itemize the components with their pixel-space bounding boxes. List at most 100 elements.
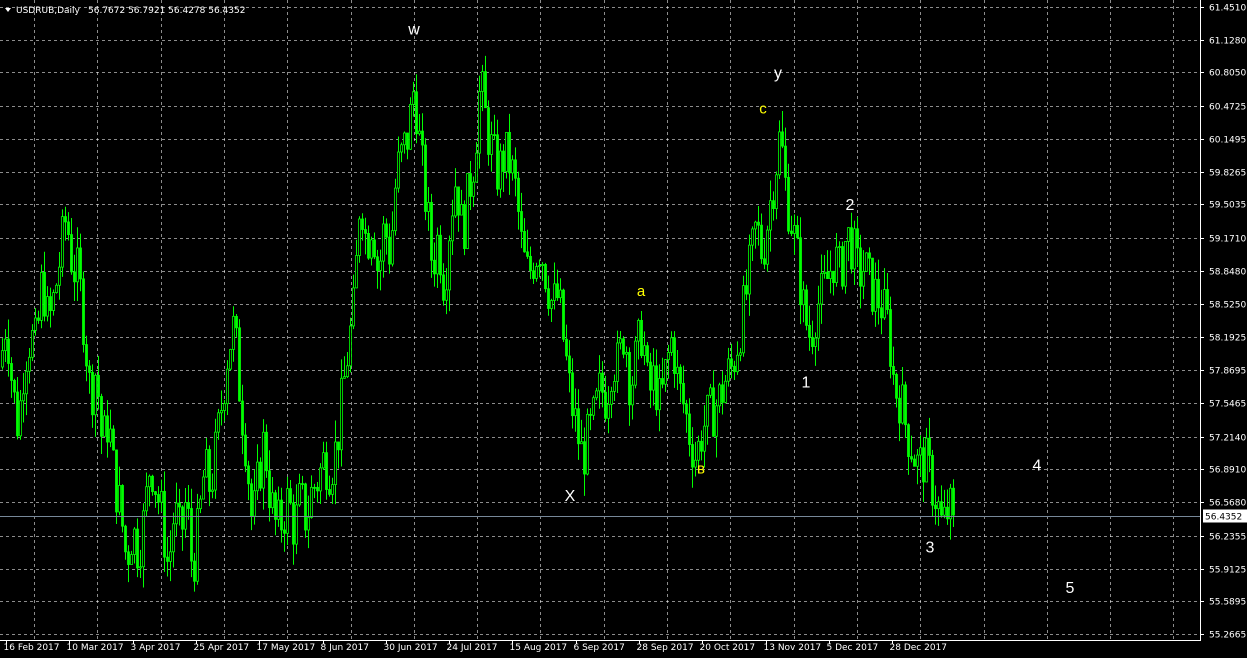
- candle-body: [7, 338, 10, 364]
- ohlc-values: 56.7672 56.7921 56.4278 56.4352: [88, 6, 245, 16]
- candle-body: [304, 483, 307, 531]
- wave-label: a: [637, 283, 646, 300]
- candle-body: [166, 556, 169, 562]
- price-tick-label: 58.1925: [1209, 334, 1246, 344]
- candle-body: [31, 329, 34, 358]
- candle-body: [85, 344, 88, 367]
- candle-body: [208, 449, 211, 492]
- candle-body: [418, 130, 421, 135]
- candle-body: [886, 289, 889, 310]
- candle-body: [268, 470, 271, 509]
- candle-body: [619, 338, 622, 344]
- candle-body: [910, 456, 913, 460]
- candle-body: [280, 499, 283, 531]
- candle-body: [562, 289, 565, 340]
- candle-body: [382, 223, 385, 262]
- candle-body: [319, 467, 322, 492]
- candle-body: [127, 551, 130, 565]
- candle-body: [490, 134, 493, 155]
- candle-body: [496, 134, 499, 190]
- candle-body: [340, 377, 343, 451]
- candle-body: [928, 437, 931, 456]
- candle-body: [274, 492, 277, 520]
- candle-body: [457, 186, 460, 216]
- candle-body: [895, 374, 898, 399]
- candle-body: [550, 300, 553, 309]
- candle-body: [292, 502, 295, 545]
- candle-body: [439, 234, 442, 276]
- time-tick-label: 8 Jun 2017: [321, 643, 369, 653]
- candle-body: [361, 218, 364, 230]
- candle-body: [625, 352, 628, 355]
- candle-body: [430, 202, 433, 261]
- candle-body: [715, 405, 718, 437]
- candle-body: [883, 289, 886, 319]
- candle-body: [841, 246, 844, 287]
- candle-body: [49, 296, 52, 311]
- candle-body: [301, 483, 304, 485]
- candle-body: [520, 211, 523, 232]
- candle-body: [736, 354, 739, 373]
- candle-body: [238, 327, 241, 402]
- candle-body: [844, 241, 847, 287]
- candle-body: [196, 508, 199, 582]
- wave-label: w: [407, 21, 420, 38]
- candle-body: [739, 352, 742, 356]
- candle-body: [727, 358, 730, 382]
- candle-body: [388, 236, 391, 265]
- price-tick-label: 55.5895: [1209, 598, 1246, 608]
- candle-body: [283, 529, 286, 534]
- candle-body: [781, 131, 784, 147]
- candle-body: [598, 372, 601, 392]
- candle-body: [712, 387, 715, 437]
- candle-body: [559, 289, 562, 299]
- candle-body: [889, 309, 892, 367]
- time-tick-label: 3 Apr 2017: [131, 643, 181, 653]
- candle-body: [925, 437, 928, 483]
- candle-body: [829, 270, 832, 280]
- candle-body: [259, 461, 262, 489]
- price-tick-label: 60.1495: [1209, 136, 1246, 146]
- candle-body: [874, 278, 877, 312]
- price-tick-label: 60.4725: [1209, 103, 1246, 113]
- candle-body: [691, 444, 694, 468]
- candle-body: [802, 289, 805, 306]
- price-tick-label: 61.4510: [1209, 4, 1246, 14]
- candle-body: [334, 441, 337, 485]
- candle-body: [400, 144, 403, 153]
- candle-body: [592, 397, 595, 416]
- candle-body: [151, 475, 154, 493]
- candle-body: [121, 485, 124, 527]
- candle-body: [931, 454, 934, 506]
- candle-body: [436, 234, 439, 275]
- candle-body: [58, 266, 61, 286]
- candle-body: [589, 413, 592, 416]
- candle-body: [142, 510, 145, 568]
- price-tick-label: 59.8265: [1209, 169, 1246, 179]
- candle-body: [313, 486, 316, 489]
- candle-body: [877, 278, 880, 309]
- candle-body: [607, 403, 610, 419]
- candle-body: [466, 173, 469, 249]
- candle-body: [946, 506, 949, 520]
- candle-body: [862, 270, 865, 287]
- candle-body: [472, 181, 475, 197]
- candle-body: [256, 461, 259, 492]
- candle-body: [391, 230, 394, 265]
- candle-body: [88, 365, 91, 373]
- candle-body: [364, 229, 367, 234]
- candle-body: [511, 159, 514, 174]
- candle-body: [307, 517, 310, 531]
- candle-body: [586, 413, 589, 475]
- candle-body: [514, 159, 517, 179]
- candle-body: [130, 554, 133, 565]
- candle-body: [706, 394, 709, 427]
- candle-body: [136, 528, 139, 569]
- candle-body: [199, 498, 202, 510]
- price-tick-label: 61.1280: [1209, 37, 1246, 47]
- price-chart[interactable]: w y c 2 a 1 в 4 X 3 5 61.4510 61.1280 60.8050 60.4725…: [0, 0, 1247, 658]
- candle-body: [502, 150, 505, 172]
- time-tick-label: 30 Jun 2017: [384, 643, 438, 653]
- candle-body: [667, 352, 670, 360]
- candle-body: [61, 216, 64, 268]
